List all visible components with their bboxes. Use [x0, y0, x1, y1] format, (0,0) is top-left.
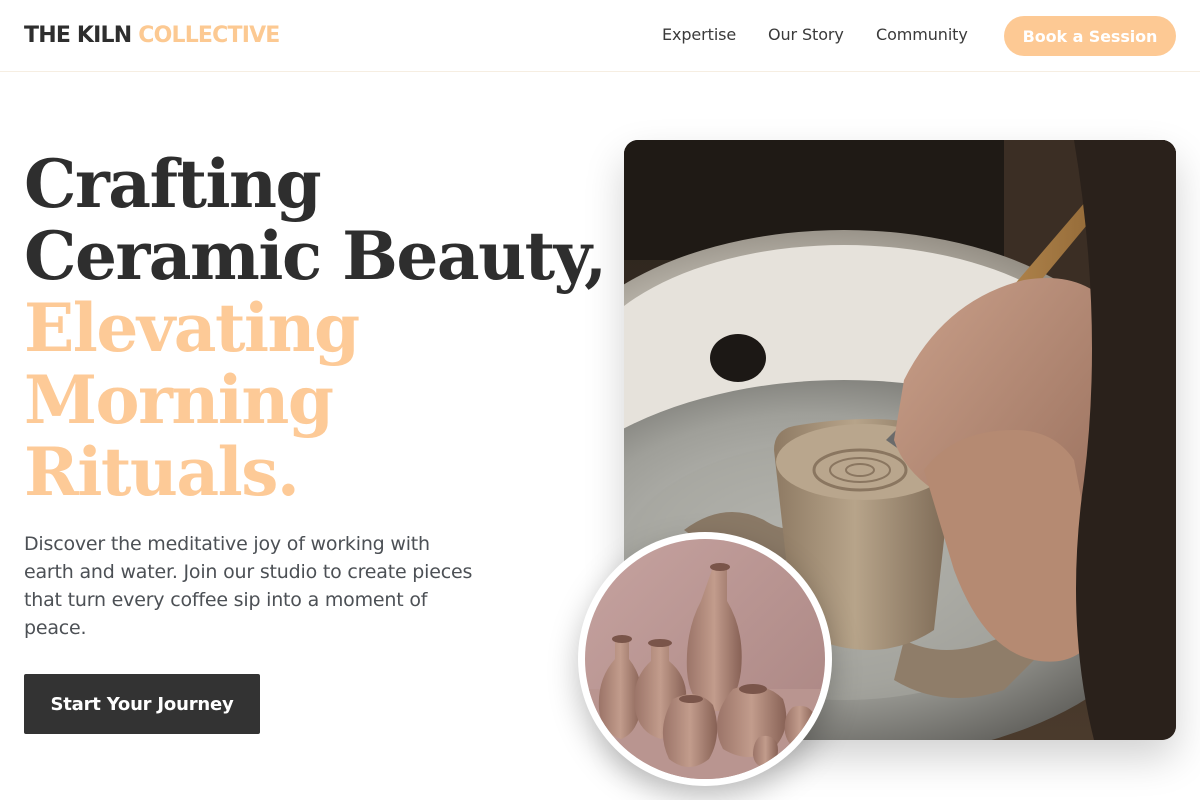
nav-link-community[interactable]: Community [876, 24, 968, 46]
start-journey-button[interactable]: Start Your Journey [24, 674, 260, 734]
hero-headline: Crafting Ceramic Beauty, Elevating Morni… [24, 145, 607, 511]
headline-line-2: Ceramic Beauty, [24, 217, 607, 295]
headline-line-1: Crafting [24, 145, 322, 223]
brand-name-primary: THE KILN [24, 23, 132, 48]
book-session-button[interactable]: Book a Session [1004, 16, 1176, 56]
headline-line-3: Elevating [24, 289, 360, 367]
site-header: THE KILN COLLECTIVE Expertise Our Story … [0, 0, 1200, 72]
headline-line-5: Rituals. [24, 433, 300, 511]
brand-name-accent: COLLECTIVE [138, 23, 280, 48]
clay-vases-photo [578, 532, 832, 786]
headline-line-4: Morning [24, 361, 334, 439]
nav-link-our-story[interactable]: Our Story [768, 24, 844, 46]
nav-link-expertise[interactable]: Expertise [662, 24, 736, 46]
hero-description: Discover the meditative joy of working w… [24, 533, 473, 639]
brand-logo[interactable]: THE KILN COLLECTIVE [24, 22, 280, 50]
